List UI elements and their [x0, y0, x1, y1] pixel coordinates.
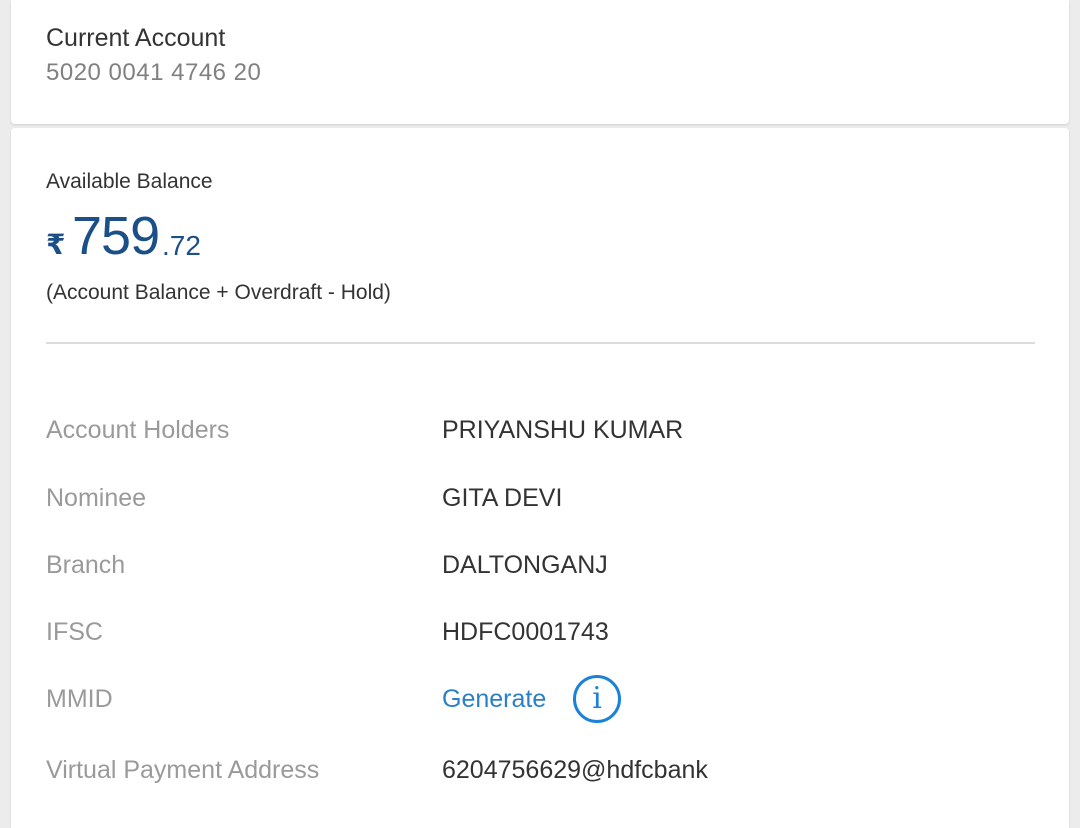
balance-note: (Account Balance + Overdraft - Hold) — [46, 281, 391, 304]
vpa-value: 6204756629@hdfcbank — [442, 756, 708, 784]
account-number: 5020 0041 4746 20 — [46, 59, 262, 86]
balance-decimal: .72 — [162, 230, 201, 261]
ifsc-label: IFSC — [46, 618, 103, 646]
branch-label: Branch — [46, 551, 126, 579]
mmid-label: MMID — [46, 685, 113, 713]
account-holders-label: Account Holders — [46, 416, 230, 444]
account-holders-value: PRIYANSHU KUMAR — [442, 416, 684, 444]
balance-integer: 759 — [72, 206, 160, 266]
account-details-card: Available Balance ₹ 759 .72 (Account Bal… — [11, 128, 1069, 828]
account-type: Current Account — [46, 24, 226, 52]
ifsc-value: HDFC0001743 — [442, 618, 609, 646]
vpa-label: Virtual Payment Address — [46, 756, 320, 784]
generate-mmid-link[interactable]: Generate — [442, 685, 546, 714]
nominee-label: Nominee — [46, 484, 147, 512]
account-summary-card: Current Account 5020 0041 4746 20 — [11, 0, 1069, 124]
nominee-value: GITA DEVI — [442, 484, 563, 512]
available-balance-label: Available Balance — [46, 170, 213, 193]
info-icon[interactable]: i — [573, 675, 621, 723]
branch-value: DALTONGANJ — [442, 551, 608, 579]
rupee-icon: ₹ — [46, 229, 66, 260]
divider — [46, 342, 1035, 344]
